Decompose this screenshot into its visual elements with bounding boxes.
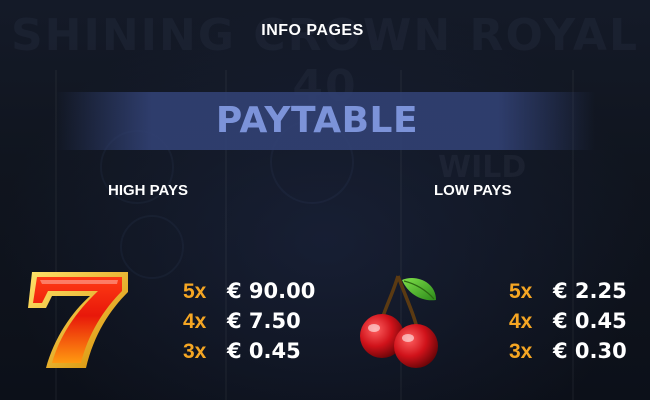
pay-row: 3x € 0.30 xyxy=(509,336,627,366)
payout-amount: € 0.30 xyxy=(553,339,627,363)
payout-amount: € 90.00 xyxy=(227,279,316,303)
multiplier: 3x xyxy=(509,340,533,363)
low-pays-table: 5x € 2.25 4x € 0.45 3x € 0.30 xyxy=(509,276,627,366)
pay-row: 5x € 90.00 xyxy=(183,276,315,306)
high-pays-heading: HIGH PAYS xyxy=(108,182,189,199)
info-pages-title: INFO PAGES xyxy=(261,22,364,39)
multiplier: 3x xyxy=(183,340,207,363)
payout-amount: € 0.45 xyxy=(553,309,627,333)
low-pays-heading: LOW PAYS xyxy=(434,182,512,199)
payout-amount: € 2.25 xyxy=(553,279,627,303)
pay-row: 4x € 0.45 xyxy=(509,306,627,336)
cherry-icon xyxy=(360,275,438,368)
multiplier: 4x xyxy=(183,310,207,333)
lucky-seven-icon xyxy=(28,272,128,368)
pay-row: 3x € 0.45 xyxy=(183,336,315,366)
pay-row: 4x € 7.50 xyxy=(183,306,315,336)
payout-amount: € 7.50 xyxy=(227,309,301,333)
pay-row: 5x € 2.25 xyxy=(509,276,627,306)
payout-amount: € 0.45 xyxy=(227,339,301,363)
multiplier: 4x xyxy=(509,310,533,333)
background-wild-label: WILD xyxy=(438,150,527,185)
paytable-title: PAYTABLE xyxy=(215,100,419,141)
high-pays-table: 5x € 90.00 4x € 7.50 3x € 0.45 xyxy=(183,276,315,366)
multiplier: 5x xyxy=(509,280,533,303)
multiplier: 5x xyxy=(183,280,207,303)
